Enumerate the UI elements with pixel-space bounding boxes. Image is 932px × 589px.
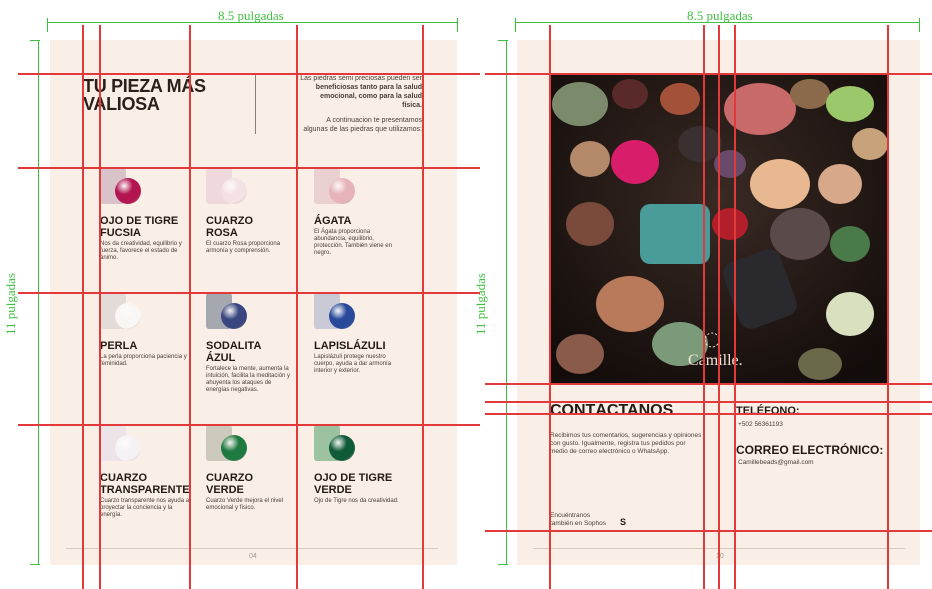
gem-name-line2: VERDE	[206, 484, 244, 496]
gem-stone-image	[115, 178, 141, 204]
page-title-line1: TU PIEZA MÁS	[83, 76, 206, 96]
gem-description: Nos da creatividad, equilibrio y fuerza,…	[100, 241, 182, 261]
gem-description: El Ágata proporciona abundancia, equilib…	[314, 229, 392, 256]
width-bracket-right-tick-a	[515, 18, 516, 32]
width-bracket-right	[515, 22, 920, 23]
page-number-left: 04	[249, 553, 257, 560]
phone-value: +502 56361193	[738, 421, 783, 428]
gem-name: OJO DE TIGRE	[314, 472, 393, 484]
title-divider	[255, 74, 256, 134]
gem-stone-image	[221, 178, 247, 204]
gem-name: CUARZO	[206, 472, 254, 484]
intro-line: Las piedras semi preciosas pueden ser	[300, 75, 422, 82]
guide-h	[485, 530, 932, 532]
guide-v	[422, 25, 424, 589]
gem-name-line2: ÁZUL	[206, 352, 236, 364]
gem-name-line2: VERDE	[314, 484, 352, 496]
guide-v	[549, 25, 551, 589]
gem-name: CUARZO	[206, 215, 254, 227]
intro-line: A continuacion te presentamos	[326, 117, 422, 124]
guide-v	[82, 25, 84, 589]
page-title-line2: VALIOSA	[83, 94, 160, 114]
guide-h	[485, 73, 932, 75]
guide-v	[703, 25, 705, 589]
height-bracket-left-tick-a	[30, 40, 40, 41]
intro-line: algunas de las piedras que utilizamos:	[303, 126, 422, 133]
gem-stone-image	[221, 435, 247, 461]
gem-description: Lapislázuli protege nuestro cuerpo, ayud…	[314, 354, 392, 374]
guide-v	[296, 25, 298, 589]
gem-name-line2: ROSA	[206, 227, 238, 239]
gem-name: SODALITA	[206, 340, 262, 352]
height-bracket-right-tick-a	[498, 40, 508, 41]
gem-description: Ojo de Tigre nos da creatividad.	[314, 498, 399, 504]
guide-h	[18, 73, 480, 75]
guide-h	[18, 424, 480, 426]
email-value: Camillebeads@gmail.com	[738, 459, 814, 466]
contact-title: CONTÁCTANOS	[550, 402, 674, 419]
find-us-line1: Encuéntranos	[550, 512, 591, 519]
gem-description: Cuarzo transparente nos ayuda a proyecta…	[100, 498, 190, 518]
contact-body: Recibimos tus comentarios, sugerencias y…	[550, 432, 702, 455]
gem-name: CUARZO	[100, 472, 148, 484]
gem-name-line2: FUCSIA	[100, 227, 141, 239]
guide-h	[18, 167, 480, 169]
guide-v	[189, 25, 191, 589]
intro-text: Las piedras semi preciosas pueden ser be…	[270, 74, 422, 134]
find-us-line2: también en Sophos	[550, 520, 607, 527]
gem-stone-image	[329, 178, 355, 204]
guide-v	[718, 25, 720, 589]
email-title: CORREO ELECTRÓNICO:	[736, 443, 884, 457]
gem-description: Cuarzo Verde mejora el nivel emocional y…	[206, 498, 284, 511]
height-label-right: 11 pulgadas	[472, 273, 488, 335]
width-bracket-left-tick-a	[47, 18, 48, 32]
gem-stone-image	[115, 435, 141, 461]
intro-line: física.	[402, 102, 422, 109]
height-label-left: 11 pulgadas	[2, 273, 18, 335]
gem-description: La perla proporciona paciencia y feminid…	[100, 354, 187, 367]
guide-v	[99, 25, 101, 589]
gem-name: OJO DE TIGRE	[100, 215, 179, 227]
guide-h	[18, 292, 480, 294]
gem-stone-image	[221, 303, 247, 329]
width-bracket-left-tick-b	[457, 18, 458, 32]
height-bracket-left-tick-b	[30, 564, 40, 565]
gem-description: El cuarzo Rosa proporciona armonía y com…	[206, 241, 281, 254]
intro-line: beneficiosas tanto para la salud	[315, 84, 422, 91]
guide-h	[485, 401, 932, 403]
guide-v	[734, 25, 736, 589]
height-bracket-right	[506, 40, 507, 564]
intro-line: emocional, como para la salud	[320, 93, 422, 100]
gem-name-line2: TRANSPARENTE	[100, 484, 190, 496]
phone-title: TELÉFONO:	[736, 405, 800, 417]
gem-name: LAPISLÁZULI	[314, 340, 386, 352]
gem-description: Fortalece la mente, aumenta la intuición…	[206, 366, 291, 393]
width-bracket-left	[47, 22, 457, 23]
gem-stone-image	[115, 303, 141, 329]
gem-stone-image	[329, 435, 355, 461]
guide-v	[887, 25, 889, 589]
gem-name: ÁGATA	[314, 215, 352, 227]
height-bracket-left	[38, 40, 39, 564]
gem-stone-image	[329, 303, 355, 329]
guide-h	[485, 413, 932, 415]
gem-name: PERLA	[100, 340, 138, 352]
height-bracket-right-tick-b	[498, 564, 508, 565]
sophos-logo: S	[620, 517, 627, 527]
footer-rule	[66, 548, 438, 549]
width-bracket-right-tick-b	[919, 18, 920, 32]
guide-h	[485, 383, 932, 385]
